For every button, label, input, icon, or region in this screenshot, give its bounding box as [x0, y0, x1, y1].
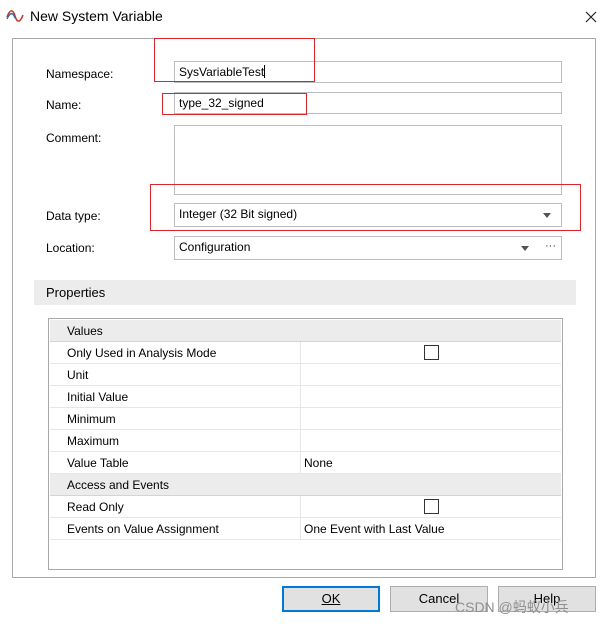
property-label: Initial Value: [67, 390, 129, 404]
window-title: New System Variable: [30, 8, 163, 24]
property-label: Only Used in Analysis Mode: [67, 346, 217, 360]
category-label: Access and Events: [67, 478, 170, 492]
column-divider: [300, 342, 301, 363]
property-row[interactable]: Only Used in Analysis Mode: [50, 342, 561, 364]
location-select[interactable]: Configuration ···: [174, 236, 562, 260]
highlight-datatype: [150, 184, 581, 231]
property-value[interactable]: None: [304, 456, 333, 470]
property-label: Read Only: [67, 500, 124, 514]
ok-button-label: OK: [321, 591, 341, 606]
category-row[interactable]: Access and Events: [50, 474, 561, 496]
property-row[interactable]: Value Table None: [50, 452, 561, 474]
property-label: Minimum: [67, 412, 116, 426]
properties-title: Properties: [46, 285, 106, 300]
property-grid: Values Only Used in Analysis Mode Unit I…: [48, 318, 563, 570]
property-label: Events on Value Assignment: [67, 522, 219, 536]
close-icon: [585, 11, 597, 23]
column-divider: [300, 452, 301, 473]
location-value: Configuration: [179, 240, 251, 254]
property-label: Value Table: [67, 456, 129, 470]
category-row[interactable]: Values: [50, 320, 561, 342]
wave-icon: [6, 10, 24, 22]
chevron-down-icon: [521, 246, 529, 251]
close-button[interactable]: [572, 0, 610, 34]
watermark-text: CSDN @蚂蚁小兵: [455, 599, 569, 615]
namespace-label: Namespace:: [46, 67, 114, 81]
highlight-name: [162, 93, 307, 115]
column-divider: [300, 408, 301, 429]
property-row[interactable]: Minimum: [50, 408, 561, 430]
cancel-button-label: Cancel: [418, 591, 460, 606]
property-row[interactable]: Initial Value: [50, 386, 561, 408]
comment-label: Comment:: [46, 131, 102, 145]
title-bar: New System Variable: [0, 0, 610, 34]
read-only-checkbox[interactable]: [424, 499, 439, 514]
property-row[interactable]: Unit: [50, 364, 561, 386]
datatype-label: Data type:: [46, 209, 101, 223]
highlight-namespace: [154, 38, 315, 82]
column-divider: [300, 518, 301, 539]
analysis-mode-checkbox[interactable]: [424, 345, 439, 360]
column-divider: [300, 364, 301, 385]
property-label: Maximum: [67, 434, 120, 448]
property-value[interactable]: One Event with Last Value: [304, 522, 445, 536]
column-divider: [300, 386, 301, 407]
column-divider: [300, 496, 301, 517]
location-browse-button[interactable]: ···: [545, 240, 556, 252]
property-row[interactable]: Maximum: [50, 430, 561, 452]
location-label: Location:: [46, 241, 95, 255]
property-label: Unit: [67, 368, 89, 382]
column-divider: [300, 430, 301, 451]
ok-button[interactable]: OK: [282, 586, 380, 612]
name-label: Name:: [46, 98, 82, 112]
category-label: Values: [67, 324, 103, 338]
property-row[interactable]: Read Only: [50, 496, 561, 518]
property-row[interactable]: Events on Value Assignment One Event wit…: [50, 518, 561, 540]
properties-header: Properties: [34, 280, 576, 305]
